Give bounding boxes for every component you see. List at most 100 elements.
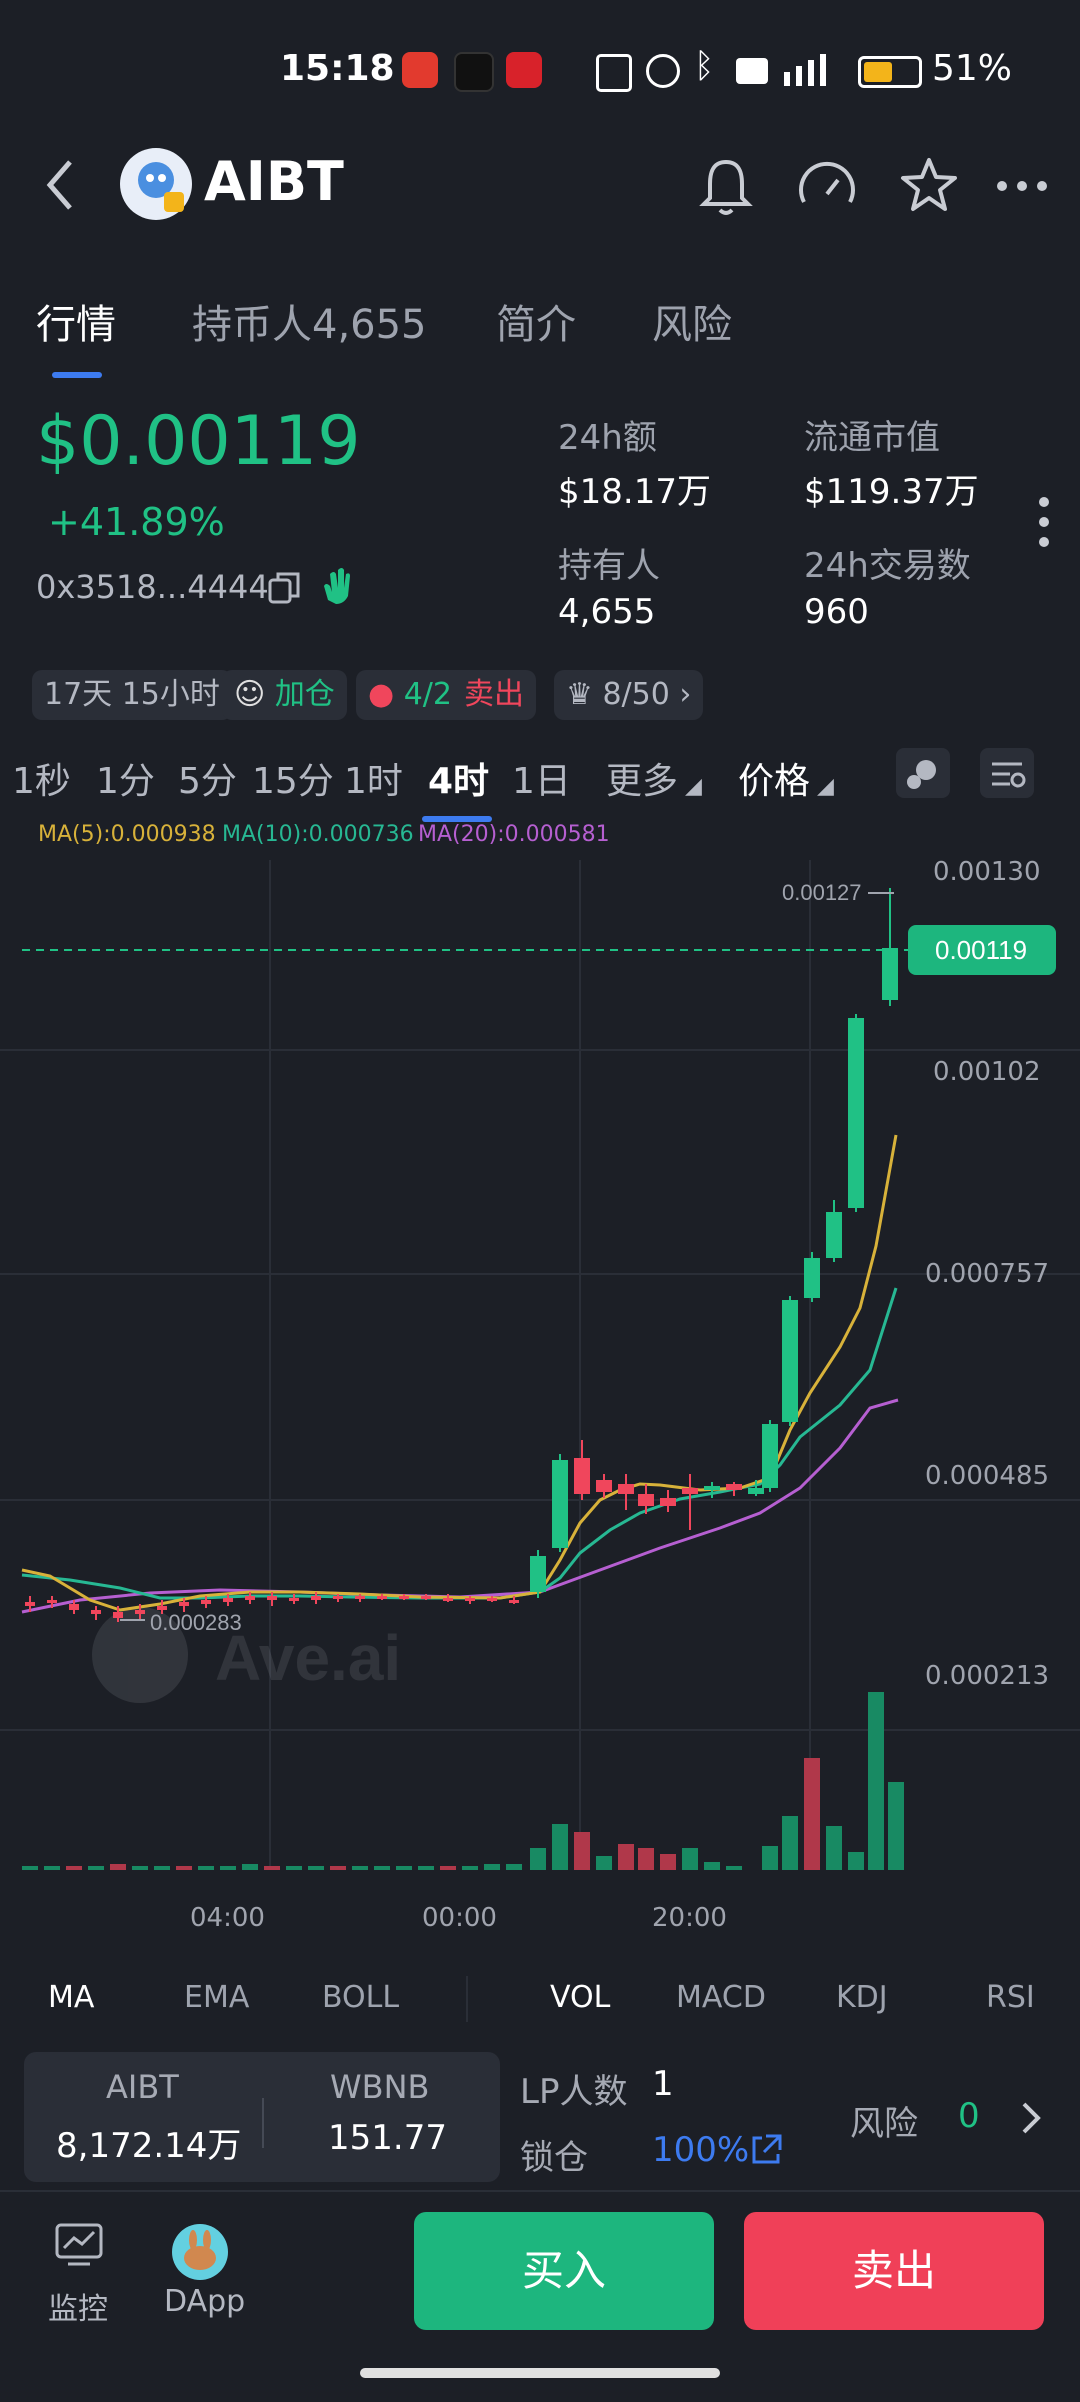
- x-tick-2: 20:00: [652, 1903, 727, 1930]
- candle-body: [399, 1596, 409, 1599]
- risk-label[interactable]: 风险: [850, 2096, 918, 2145]
- tf-1h[interactable]: 1时: [344, 752, 403, 804]
- tab-intro[interactable]: 简介: [496, 292, 576, 350]
- candle: [826, 1200, 842, 1262]
- indicator-vol[interactable]: VOL: [550, 1980, 610, 2015]
- rank-chip[interactable]: ♛ 8/50 ›: [554, 670, 704, 720]
- y-tick-1: 0.00102: [933, 1057, 1041, 1087]
- monitor-icon[interactable]: [54, 2222, 104, 2272]
- hd-icon: [736, 58, 768, 84]
- volume-bar: [506, 1864, 522, 1870]
- more-timeframes[interactable]: 更多 ◢: [606, 752, 702, 804]
- pool-divider: [262, 2098, 264, 2148]
- indicator-ma[interactable]: MA: [48, 1980, 94, 2015]
- candle-body: [804, 1258, 820, 1298]
- candle-body: [762, 1424, 778, 1488]
- chart-style-button[interactable]: [896, 748, 950, 798]
- candle-body: [748, 1488, 764, 1494]
- buy-sell-chip[interactable]: ● 4/2 卖出: [356, 670, 536, 720]
- candle: [618, 1474, 634, 1510]
- tab-market[interactable]: 行情: [36, 292, 116, 350]
- price-label: 价格: [738, 761, 811, 802]
- sell-button[interactable]: 卖出: [744, 2212, 1044, 2330]
- dapp-label[interactable]: DApp: [164, 2284, 245, 2319]
- candle: [530, 1550, 546, 1598]
- candle-body: [618, 1484, 634, 1494]
- vertical-more-icon[interactable]: [1036, 494, 1052, 554]
- candle-body: [311, 1596, 321, 1600]
- bell-icon[interactable]: [696, 154, 756, 222]
- dapp-icon[interactable]: [170, 2222, 230, 2286]
- y-tick-3: 0.000485: [925, 1461, 1049, 1491]
- volume-bar: [220, 1866, 236, 1870]
- token-a-label: AIBT: [106, 2068, 179, 2106]
- volume-bar: [868, 1692, 884, 1870]
- tf-15m[interactable]: 15分: [252, 752, 334, 804]
- token-avatar: [120, 148, 192, 220]
- candle-body: [421, 1596, 431, 1599]
- more-icon[interactable]: [994, 178, 1050, 198]
- external-link-icon[interactable]: [748, 2132, 784, 2172]
- volume-bar: [352, 1866, 368, 1870]
- volume-bar: [782, 1816, 798, 1870]
- current-price: $0.00119: [36, 402, 361, 481]
- tf-1d[interactable]: 1日: [512, 752, 571, 804]
- candle: [91, 1606, 101, 1620]
- status-bar: 15:18 ᛒ 51%: [0, 0, 1080, 140]
- candle: [660, 1490, 676, 1512]
- tf-1s[interactable]: 1秒: [12, 752, 71, 804]
- add-position-chip[interactable]: ☺ 加仓: [222, 670, 347, 720]
- copy-icon[interactable]: [266, 570, 302, 610]
- star-icon[interactable]: [898, 154, 960, 220]
- chart-settings-button[interactable]: [980, 748, 1034, 798]
- lock-value[interactable]: 100%: [652, 2130, 749, 2170]
- tf-1m[interactable]: 1分: [96, 752, 155, 804]
- indicator-kdj[interactable]: KDJ: [836, 1980, 888, 2015]
- home-indicator[interactable]: [360, 2368, 720, 2378]
- x-tick-0: 04:00: [190, 1903, 265, 1930]
- candle-body: [47, 1600, 57, 1603]
- volume-bar: [826, 1826, 842, 1870]
- candle-body: [660, 1498, 676, 1506]
- volume-bar: [132, 1866, 148, 1870]
- mcap-label: 流通市值: [804, 418, 940, 458]
- active-tab-indicator: [52, 372, 102, 378]
- token-title: AIBT: [204, 150, 344, 213]
- current-price-badge-text: 0.00119: [935, 935, 1027, 965]
- age-chip[interactable]: 17天 15小时: [32, 670, 232, 720]
- price-mode-selector[interactable]: 价格 ◢: [738, 752, 834, 804]
- volume-bar: [618, 1844, 634, 1870]
- candle-body: [574, 1458, 590, 1494]
- chevron-right-icon[interactable]: [1018, 2098, 1044, 2142]
- vol-value: $18.17万: [558, 472, 711, 512]
- candle: [682, 1474, 698, 1530]
- speedometer-icon[interactable]: [796, 156, 858, 222]
- hand-icon[interactable]: [318, 566, 358, 610]
- buy-button[interactable]: 买入: [414, 2212, 714, 2330]
- volume-bar: [574, 1832, 590, 1870]
- indicator-rsi[interactable]: RSI: [986, 1980, 1035, 2015]
- tf-5m[interactable]: 5分: [178, 752, 237, 804]
- triangle-icon: ◢: [810, 774, 834, 799]
- tab-risk[interactable]: 风险: [652, 292, 732, 350]
- volume-bar: [462, 1866, 478, 1870]
- candle-body: [91, 1610, 101, 1614]
- y-tick-2: 0.000757: [925, 1259, 1049, 1289]
- candle-body: [465, 1598, 475, 1601]
- volume-bar: [176, 1866, 192, 1870]
- indicator-macd[interactable]: MACD: [676, 1980, 766, 2015]
- monitor-label[interactable]: 监控: [48, 2284, 108, 2328]
- volume-bar: [530, 1848, 546, 1870]
- candle-body: [726, 1484, 742, 1490]
- volume-bar: [242, 1864, 258, 1870]
- watermark-text: Ave.ai: [215, 1622, 401, 1694]
- candle-body: [882, 948, 898, 1000]
- back-icon[interactable]: [40, 150, 80, 233]
- tf-4h[interactable]: 4时: [428, 752, 489, 804]
- contract-address: 0x3518...4444: [36, 568, 269, 606]
- candlestick-chart[interactable]: Ave.ai 0.00127 0.000283 0.00130 0.00102 …: [0, 840, 1080, 1930]
- low-price-label: 0.000283: [150, 1610, 242, 1635]
- indicator-ema[interactable]: EMA: [184, 1980, 249, 2015]
- indicator-boll[interactable]: BOLL: [322, 1980, 399, 2015]
- tab-holders[interactable]: 持币人4,655: [192, 292, 427, 350]
